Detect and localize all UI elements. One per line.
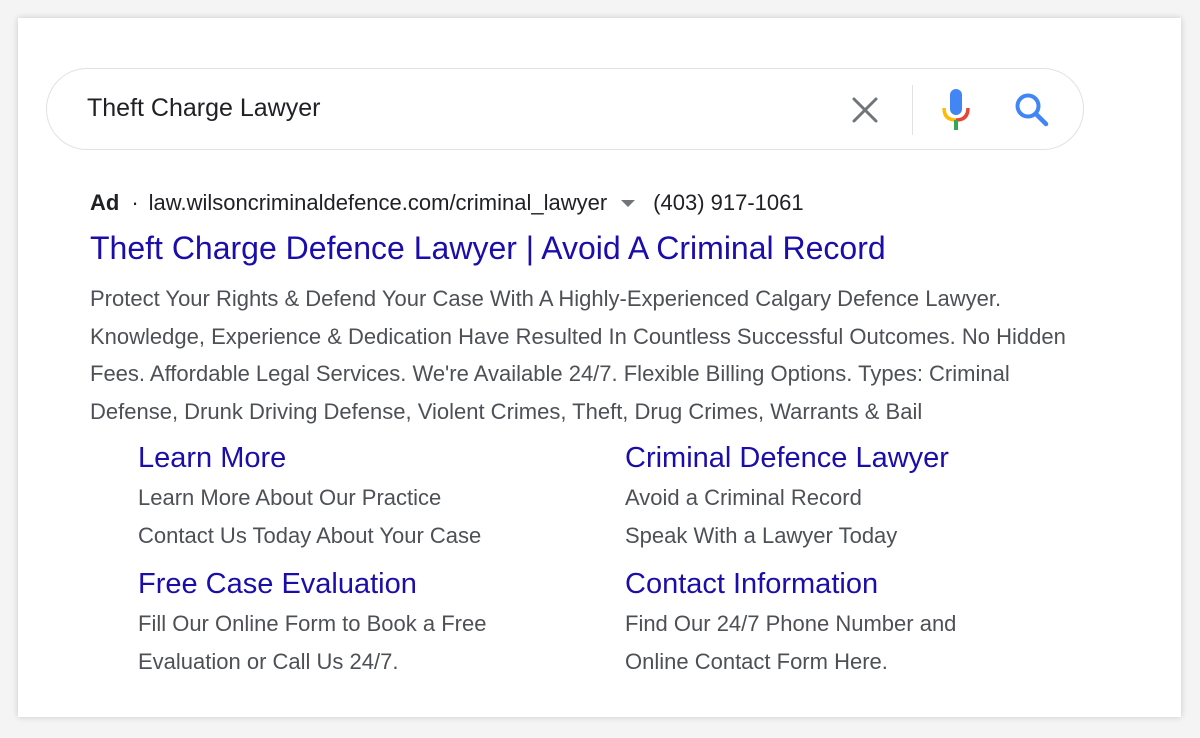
ad-description: Protect Your Rights & Defend Your Case W… bbox=[90, 286, 1066, 425]
ad-phone-number[interactable]: (403) 917-1061 bbox=[653, 190, 803, 216]
search-field[interactable] bbox=[87, 94, 787, 123]
sitelink-description: Find Our 24/7 Phone Number and bbox=[625, 611, 957, 636]
separator-dot: · bbox=[131, 190, 139, 215]
search-bar-divider bbox=[912, 85, 913, 135]
ad-badge: Ad bbox=[90, 190, 120, 215]
sitelink-title[interactable]: Criminal Defence Lawyer bbox=[625, 442, 1065, 475]
microphone-icon[interactable] bbox=[941, 89, 971, 131]
sitelink-title[interactable]: Free Case Evaluation bbox=[138, 568, 578, 601]
sitelink-learn-more: Learn More Learn More About Our Practice… bbox=[138, 442, 578, 555]
sitelink-title[interactable]: Contact Information bbox=[625, 568, 1065, 601]
sitelink-description: Fill Our Online Form to Book a Free bbox=[138, 611, 487, 636]
sitelink-criminal-defence-lawyer: Criminal Defence Lawyer Avoid a Criminal… bbox=[625, 442, 1065, 555]
ad-display-url[interactable]: law.wilsoncriminaldefence.com/criminal_l… bbox=[149, 190, 608, 216]
sitelink-description: Speak With a Lawyer Today bbox=[625, 523, 898, 548]
ad-headline-link[interactable]: Theft Charge Defence Lawyer | Avoid A Cr… bbox=[90, 230, 886, 267]
sitelink-free-case-evaluation: Free Case Evaluation Fill Our Online For… bbox=[138, 568, 578, 681]
chevron-down-icon[interactable] bbox=[621, 199, 636, 207]
sitelink-description: Avoid a Criminal Record bbox=[625, 485, 862, 510]
sitelink-description: Contact Us Today About Your Case bbox=[138, 523, 482, 548]
search-input[interactable] bbox=[87, 94, 787, 123]
sitelink-title[interactable]: Learn More bbox=[138, 442, 578, 475]
sitelink-description: Online Contact Form Here. bbox=[625, 649, 888, 674]
ad-attribution-line: Ad · law.wilsoncriminaldefence.com/crimi… bbox=[90, 190, 804, 216]
sitelink-contact-information: Contact Information Find Our 24/7 Phone … bbox=[625, 568, 1065, 681]
sitelink-description: Evaluation or Call Us 24/7. bbox=[138, 649, 399, 674]
search-icon[interactable] bbox=[1013, 91, 1051, 129]
sitelink-description: Learn More About Our Practice bbox=[138, 485, 442, 510]
close-icon[interactable] bbox=[849, 94, 881, 126]
search-bar bbox=[46, 68, 1084, 150]
search-result-card: Ad · law.wilsoncriminaldefence.com/crimi… bbox=[18, 18, 1181, 717]
